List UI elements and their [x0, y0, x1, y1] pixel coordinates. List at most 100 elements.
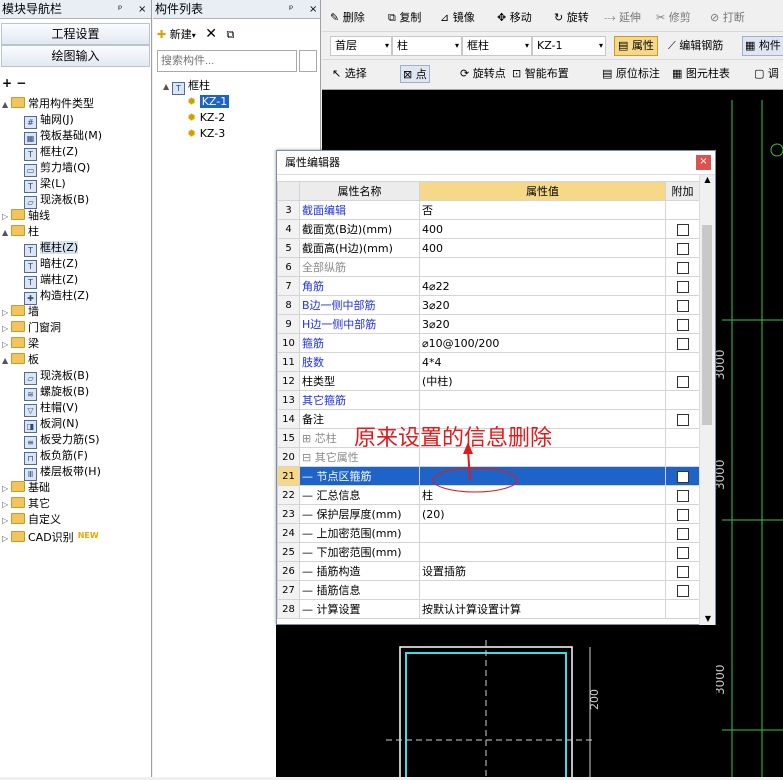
tree-item[interactable]: ▲ 柱 [2, 224, 39, 240]
property-value[interactable]: 4⌀22 [419, 276, 666, 296]
expand-icon[interactable]: ▷ [2, 497, 11, 513]
additional-checkbox[interactable] [676, 565, 689, 578]
additional-checkbox[interactable] [676, 546, 689, 559]
property-row[interactable]: 13 其它箍筋 [277, 390, 700, 410]
additional-checkbox[interactable] [676, 489, 689, 502]
tree-item[interactable]: ▷ 轴线 [2, 208, 50, 224]
toolbar-button[interactable]: ▤ 原位标注 [602, 65, 660, 83]
close-icon[interactable]: × [309, 0, 317, 19]
additional-checkbox[interactable] [676, 318, 689, 331]
additional-checkbox[interactable] [676, 470, 689, 483]
tree-item[interactable]: ▷ 墙 [2, 304, 39, 320]
toolbar-button[interactable]: ↖ 选择 [332, 65, 367, 83]
tree-item[interactable]: T 框柱(Z) [24, 144, 78, 161]
collapse-icon[interactable]: ▲ [2, 225, 11, 241]
additional-checkbox[interactable] [676, 242, 689, 255]
property-row[interactable]: 4 截面宽(B边)(mm) 400 [277, 219, 700, 239]
dialog-scrollbar[interactable]: ▲ ▼ [699, 175, 715, 625]
property-value[interactable]: (20) [419, 504, 666, 524]
toolbar-button[interactable]: ⊿ 镜像 [440, 9, 475, 27]
close-icon[interactable]: × [138, 0, 146, 19]
toolbar-button[interactable]: ✂ 修剪 [656, 9, 691, 27]
property-row[interactable]: 24 — 上加密范围(mm) [277, 523, 700, 543]
additional-checkbox[interactable] [676, 508, 689, 521]
expand-icon[interactable]: ▷ [2, 481, 11, 497]
tree-item[interactable]: Ⅲ 楼层板带(H) [24, 464, 101, 481]
scroll-up-icon[interactable]: ▲ [700, 175, 715, 184]
additional-checkbox[interactable] [676, 527, 689, 540]
collapse-icon[interactable]: ▲ [2, 97, 11, 113]
list-group-frame-column[interactable]: ▲ T 框柱 [163, 78, 210, 95]
property-row[interactable]: 7 角筋 4⌀22 [277, 276, 700, 296]
property-value[interactable]: 设置插筋 [419, 561, 666, 581]
tree-item[interactable]: ▦ 筏板基础(M) [24, 128, 102, 145]
property-row[interactable]: 11 肢数 4*4 [277, 352, 700, 372]
toolbar-button[interactable]: ✥ 移动 [497, 9, 532, 27]
toolbar-button[interactable]: ⤏ 延伸 [604, 9, 641, 27]
tree-item[interactable]: T 框柱(Z) [24, 240, 79, 257]
tree-item[interactable]: ▷ CAD识别 NEW [2, 528, 99, 544]
tree-item[interactable]: ▱ 现浇板(B) [24, 368, 89, 385]
delete-icon[interactable]: ✕ [205, 26, 217, 42]
project-settings-button[interactable]: 工程设置 [1, 23, 150, 45]
property-value[interactable] [419, 257, 666, 277]
tree-item[interactable]: T 端柱(Z) [24, 272, 78, 289]
properties-button[interactable]: ▤ 属性 [614, 36, 658, 56]
tree-item[interactable]: ▷ 其它 [2, 496, 50, 512]
floor-select[interactable]: 首层 ▾ [330, 36, 392, 56]
tree-item[interactable]: ▷ 梁 [2, 336, 39, 352]
toolbar-button[interactable]: ↻ 旋转 [554, 9, 589, 27]
collapse-icon[interactable]: ▲ [2, 353, 11, 369]
expand-icon[interactable]: ▷ [2, 513, 11, 529]
list-item[interactable]: ✹ KZ-3 [187, 126, 225, 142]
property-row[interactable]: 10 箍筋 ⌀10@100/200 [277, 333, 700, 353]
tree-item[interactable]: # 轴网(J) [24, 112, 74, 129]
property-value[interactable]: 3⌀20 [419, 314, 666, 334]
property-value[interactable]: 4*4 [419, 352, 666, 372]
property-value[interactable]: ⌀10@100/200 [419, 333, 666, 353]
additional-checkbox[interactable] [676, 261, 689, 274]
component-list-button[interactable]: ▦ 构件 [742, 36, 783, 56]
tree-item[interactable]: ⊓ 板负筋(F) [24, 448, 88, 465]
draw-input-button[interactable]: 绘图输入 [1, 45, 150, 67]
expand-icon[interactable]: ▷ [2, 321, 11, 337]
property-value[interactable] [419, 523, 666, 543]
property-value[interactable]: 按默认计算设置计算 [419, 599, 666, 619]
pin-icon[interactable]: ᵖ [289, 0, 293, 19]
property-value[interactable]: 400 [419, 238, 666, 258]
property-value[interactable]: 否 [419, 200, 666, 220]
property-row[interactable]: 8 B边一侧中部筋 3⌀20 [277, 295, 700, 315]
list-item[interactable]: ✹ KZ-2 [187, 110, 225, 126]
component-search-input[interactable] [157, 50, 297, 72]
toolbar-button[interactable]: ⟳ 旋转点 [460, 65, 506, 83]
additional-checkbox[interactable] [676, 337, 689, 350]
tree-item[interactable]: ✚ 构造柱(Z) [24, 288, 89, 305]
toolbar-button[interactable]: ⊘ 打断 [710, 9, 745, 27]
property-row[interactable]: 5 截面高(H边)(mm) 400 [277, 238, 700, 258]
property-value[interactable]: 3⌀20 [419, 295, 666, 315]
search-button[interactable] [299, 50, 317, 72]
tree-item[interactable]: ▲ 常用构件类型 [2, 96, 94, 112]
additional-checkbox[interactable] [676, 299, 689, 312]
property-row[interactable]: 3 截面编辑 否 [277, 200, 700, 220]
property-value[interactable] [419, 390, 666, 410]
additional-checkbox[interactable] [676, 280, 689, 293]
tree-item[interactable]: ▱ 现浇板(B) [24, 192, 89, 209]
tree-item[interactable]: T 梁(L) [24, 176, 66, 193]
expand-icon[interactable]: ▷ [2, 337, 11, 353]
toolbar-button[interactable]: ⧉ 复制 [388, 9, 421, 27]
expand-icon[interactable]: ▷ [2, 305, 11, 321]
additional-checkbox[interactable] [676, 584, 689, 597]
scrollbar-thumb[interactable] [702, 225, 712, 425]
subtype-select[interactable]: 框柱 ▾ [462, 36, 532, 56]
collapse-icon[interactable]: ▲ [163, 79, 172, 95]
property-row[interactable]: 26 — 插筋构造 设置插筋 [277, 561, 700, 581]
property-row[interactable]: 9 H边一侧中部筋 3⌀20 [277, 314, 700, 334]
copy-icon[interactable]: ⧉ [226, 28, 234, 41]
toolbar-button[interactable]: ⊠ 点 [400, 65, 430, 83]
list-item[interactable]: ✹ KZ-1 [187, 94, 230, 110]
component-select[interactable]: KZ-1 ▾ [532, 36, 606, 56]
tree-item[interactable]: ≡ 板受力筋(S) [24, 432, 100, 449]
toolbar-button[interactable]: ▦ 图元柱表 [672, 65, 730, 83]
property-row[interactable]: 28 — 计算设置 按默认计算设置计算 [277, 599, 700, 619]
